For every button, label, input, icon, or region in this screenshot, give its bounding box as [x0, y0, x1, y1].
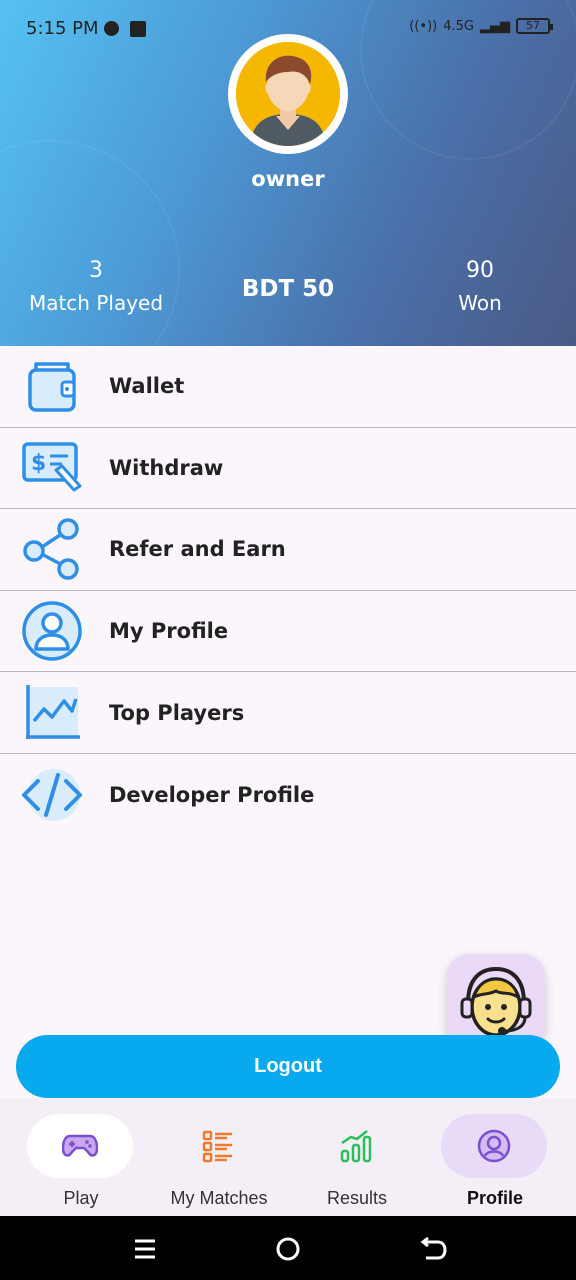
battery-icon: 57 [516, 18, 553, 34]
gamepad-icon [62, 1134, 98, 1157]
network-label: 4.5G [443, 18, 474, 34]
status-time: 5:15 PM [26, 18, 99, 39]
notification-icon [130, 21, 146, 37]
nav-pill [303, 1114, 409, 1178]
nav-label: Results [326, 1188, 388, 1208]
menu-item-label: Withdraw [109, 455, 224, 480]
menu-item-withdraw[interactable]: $ Withdraw [0, 428, 576, 510]
system-navigation-bar [0, 1216, 576, 1280]
menu-item-label: Refer and Earn [109, 537, 286, 562]
menu-item-label: Top Players [109, 700, 245, 725]
menu-item-label: Wallet [109, 374, 185, 399]
profile-header: 5:15 PM ((•)) 4.5G ▂▄▆ 57 owner 3 Match … [0, 0, 576, 346]
code-icon [18, 761, 86, 829]
avatar[interactable] [228, 34, 348, 154]
avatar-image [236, 42, 340, 146]
nav-pill [441, 1114, 547, 1178]
menu-item-developer-profile[interactable]: Developer Profile [0, 754, 576, 836]
svg-text:$: $ [31, 451, 46, 476]
signal-icon: ▂▄▆ [480, 18, 510, 34]
nav-label: My Matches [170, 1188, 268, 1208]
won-value: 90 [466, 258, 494, 283]
timer-icon [104, 21, 119, 36]
nav-pill [165, 1114, 271, 1178]
matches-played-stat: 3 Match Played [22, 258, 170, 315]
menu-item-label: My Profile [109, 619, 229, 644]
list-icon [202, 1130, 232, 1163]
avatar-illustration [236, 42, 340, 146]
wallet-icon [18, 352, 86, 420]
profile-menu: Wallet $ Withdraw Refer and Earn My Prof… [0, 346, 576, 836]
nav-my-matches[interactable]: My Matches [147, 1114, 291, 1214]
nav-results[interactable]: Results [285, 1114, 429, 1214]
nav-play[interactable]: Play [9, 1114, 153, 1214]
menu-item-label: Developer Profile [109, 782, 315, 807]
results-icon [340, 1130, 372, 1163]
logout-button[interactable]: Logout [16, 1035, 560, 1098]
nav-profile[interactable]: Profile [423, 1114, 567, 1214]
menu-item-wallet[interactable]: Wallet [0, 346, 576, 428]
won-stat: 90 Won [420, 258, 540, 315]
support-agent-icon [460, 966, 532, 1037]
nav-pill [27, 1114, 133, 1178]
menu-item-refer[interactable]: Refer and Earn [0, 509, 576, 591]
status-icons: ((•)) 4.5G ▂▄▆ 57 [409, 18, 553, 34]
menu-item-my-profile[interactable]: My Profile [0, 591, 576, 673]
share-icon [18, 515, 86, 583]
menu-item-top-players[interactable]: Top Players [0, 672, 576, 754]
withdraw-icon: $ [18, 434, 86, 502]
back-icon[interactable] [418, 1234, 448, 1264]
user-icon [18, 597, 86, 665]
bottom-nav: Play My Matches Results Profile [0, 1098, 576, 1216]
profile-icon [477, 1129, 511, 1163]
balance-value: BDT 50 [241, 276, 335, 302]
matches-played-value: 3 [89, 258, 103, 283]
chart-icon [18, 679, 86, 747]
nav-label: Profile [466, 1188, 523, 1208]
won-label: Won [458, 291, 502, 315]
nav-label: Play [63, 1188, 99, 1208]
matches-played-label: Match Played [28, 291, 164, 315]
hotspot-icon: ((•)) [409, 18, 438, 34]
home-icon[interactable] [273, 1234, 303, 1264]
recents-icon[interactable] [130, 1234, 160, 1264]
username: owner [251, 167, 325, 191]
